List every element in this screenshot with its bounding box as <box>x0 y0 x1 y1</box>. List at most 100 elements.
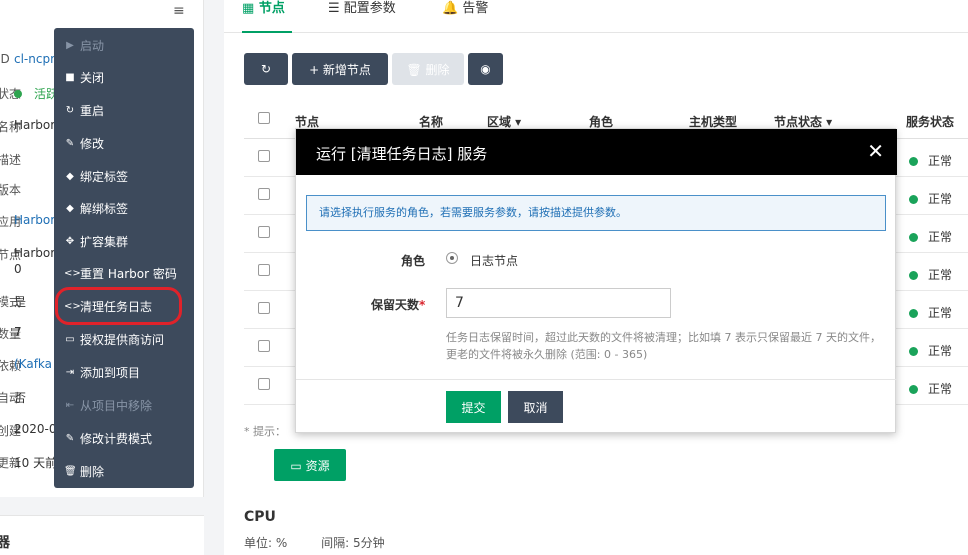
row-checkbox[interactable] <box>258 340 270 352</box>
dialog-title: 运行 [清理任务日志] 服务 <box>316 145 488 163</box>
service-status: 正常 <box>909 342 952 359</box>
list-icon: ☰ <box>328 1 340 16</box>
logout-icon: ⇤ <box>65 399 75 411</box>
detail-value[interactable]: Harbor <box>14 213 55 227</box>
run-service-dialog: 运行 [清理任务日志] 服务 ✕ 请选择执行服务的角色，若需要服务参数，请按描述… <box>295 128 897 433</box>
column-header-service-status: 服务状态 <box>906 115 955 129</box>
detail-value: Harbor <box>14 246 56 260</box>
login-icon: ⇥ <box>65 366 75 378</box>
trash-icon: 🗑 <box>64 465 77 477</box>
add-node-button[interactable]: + 新增节点 <box>292 53 388 85</box>
refresh-icon: ↻ <box>260 62 272 76</box>
status-dot-icon <box>909 347 918 356</box>
table-hint: * 提示： <box>244 425 286 438</box>
status-dot-icon <box>909 195 918 204</box>
grid-icon: ▦ <box>242 1 255 16</box>
detail-value: Harbor <box>14 118 56 132</box>
menu-item-unbind-tag[interactable]: ◆ 解绑标签 <box>54 196 194 220</box>
tab-config-params[interactable]: ☰ 配置参数 <box>328 1 396 34</box>
tab-nodes[interactable]: ▦ 节点 <box>242 0 292 33</box>
service-status: 正常 <box>909 380 952 397</box>
menu-item-bind-tag[interactable]: ◆ 绑定标签 <box>54 164 194 188</box>
monitor-icon: ▭ <box>65 333 75 345</box>
menu-item-scale-cluster[interactable]: ✥ 扩容集群 <box>54 229 194 253</box>
hamburger-menu-icon[interactable]: ≡ <box>173 3 185 19</box>
dialog-header: 运行 [清理任务日志] 服务 ✕ <box>296 129 897 175</box>
menu-item-remove-from-project[interactable]: ⇤ 从项目中移除 <box>54 393 194 417</box>
tab-alerts[interactable]: 🔔 告警 <box>442 1 488 34</box>
detail-value: 2020-0 <box>14 422 57 436</box>
dialog-footer-divider <box>296 379 897 380</box>
tag-icon: ◆ <box>66 170 74 182</box>
status-dot-icon <box>909 385 918 394</box>
status-dot-icon <box>909 271 918 280</box>
cpu-meta: 单位: % 间隔: 5分钟 <box>244 534 415 551</box>
row-checkbox[interactable] <box>258 264 270 276</box>
menu-item-authorize-provider[interactable]: ▭ 授权提供商访问 <box>54 327 194 351</box>
pencil-icon: ✎ <box>65 137 75 149</box>
expand-icon: ✥ <box>65 235 75 247</box>
detail-value[interactable]: (Kafka <box>14 357 52 371</box>
detail-key: 版本 <box>0 183 22 197</box>
left-bottom-panel: 器 <box>0 515 204 555</box>
row-checkbox[interactable] <box>258 226 270 238</box>
tag-icon: ◆ <box>66 202 74 214</box>
menu-item-change-billing[interactable]: ✎ 修改计费模式 <box>54 426 194 450</box>
service-status: 正常 <box>909 190 952 207</box>
menu-item-delete[interactable]: 🗑 删除 <box>54 459 194 483</box>
role-radio-label[interactable]: 日志节点 <box>470 252 518 269</box>
detail-key: 描述 <box>0 153 22 167</box>
detail-value: 7 <box>14 325 22 339</box>
eye-icon: ◉ <box>480 62 491 76</box>
row-checkbox[interactable] <box>258 302 270 314</box>
detail-value: 10 天前 <box>14 456 58 470</box>
menu-item-stop[interactable]: ■ 关闭 <box>54 65 194 89</box>
service-status: 正常 <box>909 152 952 169</box>
row-checkbox[interactable] <box>258 378 270 390</box>
service-status: 正常 <box>909 266 952 283</box>
detail-value: 否 <box>14 391 27 405</box>
delete-node-button[interactable]: 🗑 删除 <box>392 53 464 85</box>
refresh-button[interactable]: ↻ <box>244 53 288 85</box>
row-checkbox[interactable] <box>258 150 270 162</box>
bell-icon: 🔔 <box>442 1 459 16</box>
role-radio-log-node[interactable] <box>446 252 458 264</box>
select-all-checkbox[interactable] <box>258 112 270 124</box>
resource-button[interactable]: ▭ 资源 <box>274 449 346 481</box>
tab-bar: ▦ 节点 ☰ 配置参数 🔔 告警 <box>224 0 968 33</box>
status-dot-icon <box>909 309 918 318</box>
cancel-button[interactable]: 取消 <box>508 391 563 423</box>
menu-item-modify[interactable]: ✎ 修改 <box>54 131 194 155</box>
retention-days-help: 任务日志保留时间，超过此天数的文件将被清理；比如填 7 表示只保留最近 7 天的… <box>446 331 881 361</box>
pencil-icon: ✎ <box>65 432 75 444</box>
menu-item-add-to-project[interactable]: ⇥ 添加到项目 <box>54 360 194 384</box>
menu-item-restart[interactable]: ↻ 重启 <box>54 98 194 122</box>
detail-value: 活跃 <box>14 85 58 102</box>
status-dot-icon <box>14 90 22 98</box>
cluster-action-menu: ▶ 启动 ■ 关闭 ↻ 重启 ✎ 修改 ◆ 绑定标签 ◆ 解绑标签 ✥ 扩容集群 <> 重置 H… <box>54 28 194 488</box>
detail-key: ID <box>0 52 10 66</box>
view-toggle-button[interactable]: ◉ <box>468 53 503 85</box>
submit-button[interactable]: 提交 <box>446 391 501 423</box>
cpu-interval: 间隔: 5分钟 <box>321 536 385 550</box>
section-label: 器 <box>0 535 10 551</box>
detail-value: 0 <box>14 262 22 276</box>
service-status: 正常 <box>909 304 952 321</box>
retention-days-label: 保留天数* <box>371 298 426 312</box>
close-icon[interactable]: ✕ <box>867 139 884 163</box>
status-dot-icon <box>909 233 918 242</box>
menu-item-start[interactable]: ▶ 启动 <box>54 33 194 57</box>
row-checkbox[interactable] <box>258 188 270 200</box>
service-status: 正常 <box>909 228 952 245</box>
menu-item-reset-password[interactable]: <> 重置 Harbor 密码 <box>54 261 194 285</box>
status-dot-icon <box>909 157 918 166</box>
dialog-info-message: 请选择执行服务的角色，若需要服务参数，请按描述提供参数。 <box>306 195 886 231</box>
retention-days-input[interactable]: 7 <box>446 288 671 318</box>
play-icon: ▶ <box>66 39 74 51</box>
stop-icon: ■ <box>65 71 75 83</box>
highlight-annotation <box>55 287 182 325</box>
code-icon: <> <box>64 267 81 279</box>
detail-value: 是 <box>14 295 27 309</box>
cpu-unit: 单位: % <box>244 536 288 550</box>
required-mark: * <box>419 298 426 312</box>
